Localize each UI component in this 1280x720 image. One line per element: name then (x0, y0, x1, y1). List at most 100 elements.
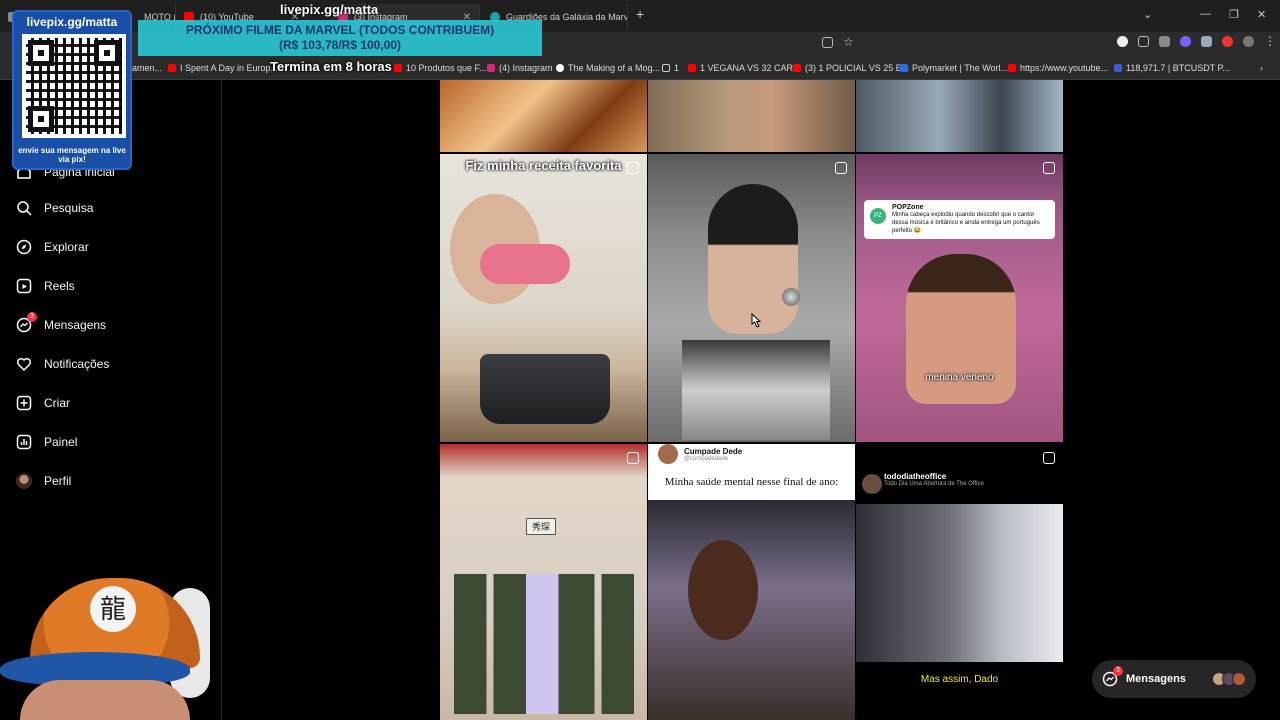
site-icon (556, 64, 564, 72)
tweet-author: POPZone (892, 204, 924, 211)
shield-icon[interactable] (1159, 36, 1170, 47)
bookmark-item[interactable]: amen... (132, 63, 162, 73)
youtube-icon (168, 64, 176, 72)
grid-tile-office[interactable]: tododiatheoffice Todo Dia Uma Abertura d… (856, 444, 1063, 720)
compass-icon (16, 239, 32, 255)
tweet-card: PZ POPZone Minha cabeça explodiu quando … (864, 200, 1055, 239)
bookmark-item[interactable]: I Spent A Day in Europ... (168, 63, 278, 73)
bookmark-item[interactable]: (3) 1 POLICIAL VS 25 E... (793, 63, 909, 73)
close-window-icon[interactable]: ✕ (1257, 8, 1266, 21)
post-photo (648, 500, 855, 720)
post-header: tododiatheoffice Todo Dia Uma Abertura d… (862, 472, 984, 494)
nav-create[interactable]: Criar (16, 395, 70, 411)
reels-icon (627, 162, 639, 174)
author-name: Cumpade Dede (684, 446, 743, 456)
pot-photo (480, 354, 610, 424)
qr-finder-icon (28, 40, 54, 66)
adblock-icon[interactable] (1222, 36, 1233, 47)
new-tab-button[interactable]: + (636, 6, 644, 22)
popzone-logo-icon: PZ (870, 208, 886, 224)
grid-tile[interactable] (440, 80, 647, 152)
nav-label: Perfil (44, 474, 72, 488)
messenger-icon: 3 (16, 312, 37, 333)
livepix-qr-overlay: livepix.gg/matta envie sua mensagem na l… (12, 10, 132, 170)
restore-icon[interactable]: ❐ (1229, 8, 1239, 21)
bookmark-item[interactable]: https://www.youtube... (1008, 63, 1108, 73)
qr-code-icon (22, 34, 126, 138)
hand-photo (480, 244, 570, 284)
reels-icon (1043, 162, 1055, 174)
search-icon (16, 200, 32, 216)
nav-dashboard[interactable]: Painel (16, 434, 77, 450)
grid-tile-cumpade[interactable]: Cumpade Dede @cumpadedede Minha saúde me… (648, 444, 855, 720)
youtube-icon (793, 64, 801, 72)
avatar (1232, 672, 1246, 686)
bookmark-item[interactable]: (4) Instagram (487, 63, 553, 73)
person-photo (688, 540, 758, 640)
qr-finder-icon (94, 40, 120, 66)
minimize-icon[interactable]: — (1200, 8, 1211, 20)
nav-notifications[interactable]: Notificações (16, 356, 109, 372)
vpn-icon[interactable] (1201, 36, 1212, 47)
nav-label: Explorar (44, 240, 89, 254)
grid-tile-recipe[interactable]: Fiz minha receita favorita (440, 154, 647, 442)
extensions-icon[interactable] (1138, 36, 1149, 47)
more-bookmarks-chevron-icon[interactable]: › (1260, 63, 1263, 73)
avatar (16, 473, 32, 489)
nav-label: Criar (44, 396, 70, 410)
qr-title: livepix.gg/matta (26, 15, 118, 29)
nav-profile[interactable]: Perfil (16, 473, 71, 489)
messages-pill-button[interactable]: 3 Mensagens (1092, 660, 1256, 698)
reels-icon (835, 162, 847, 174)
qr-text: envie sua mensagem na live via pix! (18, 146, 126, 164)
goal-progress: (R$ 103,78/R$ 100,00) (278, 38, 402, 52)
bookmark-item[interactable]: 118,971.7 | BTCUSDT P... (1114, 63, 1230, 73)
reels-icon (1043, 452, 1055, 464)
goal-title: PRÓXIMO FILME DA MARVEL (TODOS CONTRIBUE… (185, 23, 495, 37)
bookmark-folder[interactable]: 1 (662, 63, 679, 73)
webcam-overlay: 龍 (0, 548, 210, 720)
menu-icon[interactable]: ⋮ (1264, 35, 1276, 50)
nav-reels[interactable]: Reels (16, 278, 75, 294)
subtitle-caption: Mas assim, Dado (920, 674, 999, 685)
tab-list-chevron-icon[interactable]: ⌄ (1143, 8, 1152, 21)
nav-label: Notificações (44, 357, 110, 371)
author-subtitle: Todo Dia Uma Abertura de The Office (884, 481, 984, 487)
grid-tile-singer[interactable] (648, 154, 855, 442)
grid-tile-group[interactable]: 秀琛 (440, 444, 647, 720)
bookmark-star-icon[interactable]: ☆ (843, 36, 857, 50)
nav-label: Pesquisa (44, 201, 94, 215)
profile-icon[interactable] (1243, 36, 1254, 47)
bookmark-item[interactable]: Polymarket | The Worl... (900, 63, 1008, 73)
bookmark-item[interactable]: 1 VEGANA VS 32 CAR... (688, 63, 801, 73)
instagram-icon (487, 64, 495, 72)
messenger-icon: 3 (1102, 666, 1123, 687)
nav-label: Mensagens (44, 318, 107, 332)
face-photo (20, 680, 190, 720)
bookmarks-bar: amen... I Spent A Day in Europ... 10 Pro… (0, 58, 1280, 80)
google-icon[interactable] (1117, 36, 1128, 47)
stream-handle: livepix.gg/matta (280, 2, 379, 17)
notification-badge: 3 (27, 312, 37, 322)
nav-search[interactable]: Pesquisa (16, 200, 93, 216)
post-text: Minha saúde mental nesse final de ano: (664, 476, 839, 488)
purple-extension-icon[interactable] (1180, 36, 1191, 47)
tile-caption: Fiz minha receita favorita (465, 158, 622, 173)
bookmark-item[interactable]: The Making of a Mog... (556, 63, 660, 73)
youtube-icon (1008, 64, 1016, 72)
nav-explore[interactable]: Explorar (16, 239, 89, 255)
people-photo (454, 574, 634, 714)
goal-banner: PRÓXIMO FILME DA MARVEL (TODOS CONTRIBUE… (138, 20, 542, 56)
install-app-icon[interactable] (822, 37, 833, 48)
polymarket-icon (900, 64, 908, 72)
microphone-photo (782, 288, 800, 306)
bar-chart-icon (16, 434, 32, 450)
grid-tile[interactable] (648, 80, 855, 152)
nav-messages[interactable]: 3 Mensagens (16, 312, 107, 333)
grid-tile-popzone[interactable]: PZ POPZone Minha cabeça explodiu quando … (856, 154, 1063, 442)
nav-label: Painel (44, 435, 78, 449)
tradingview-icon (1114, 64, 1122, 72)
inset-video (682, 340, 830, 440)
grid-tile[interactable] (856, 80, 1063, 152)
bookmark-item[interactable]: 10 Produtos que F... (394, 63, 487, 73)
